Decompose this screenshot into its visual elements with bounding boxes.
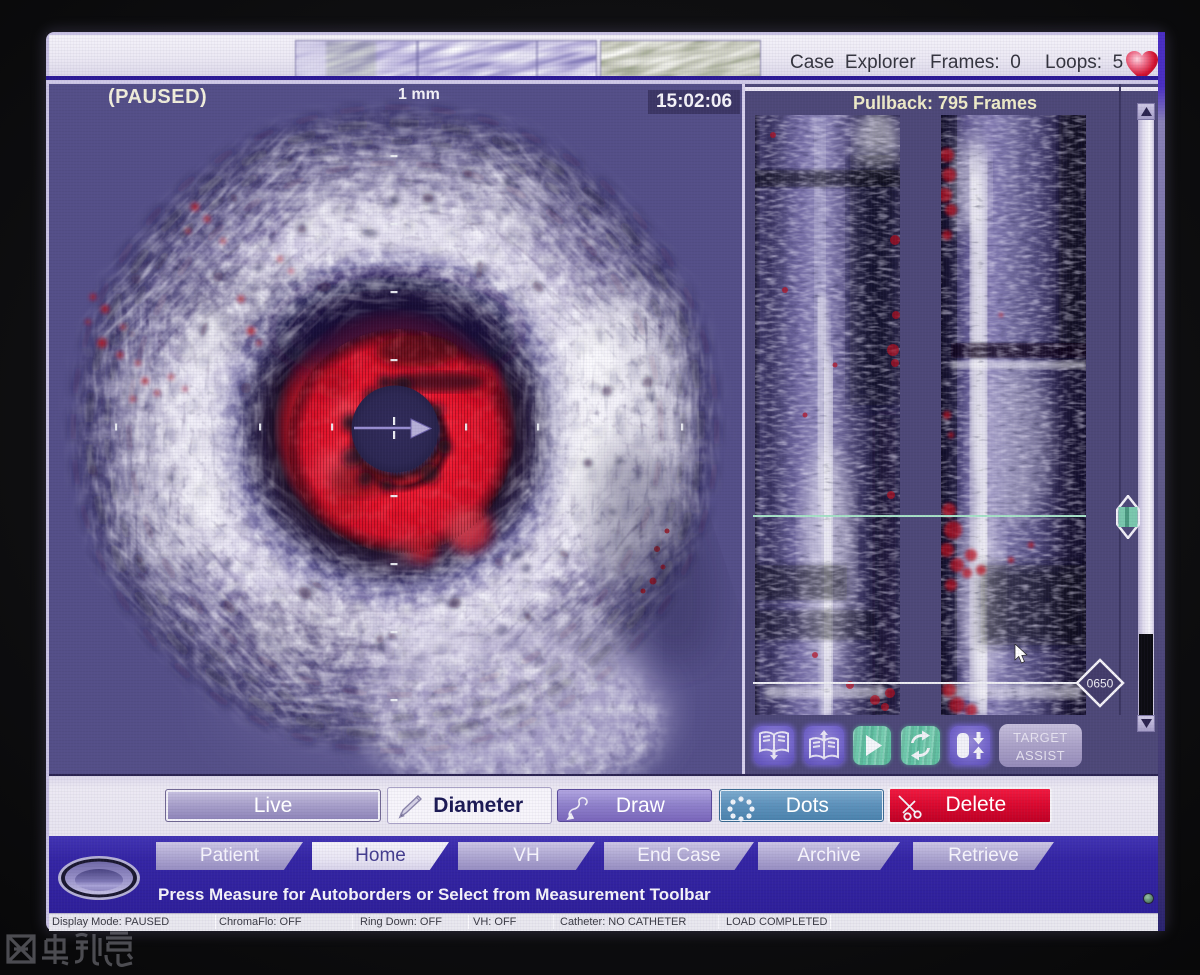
svg-text:0650: 0650 (1087, 677, 1114, 691)
